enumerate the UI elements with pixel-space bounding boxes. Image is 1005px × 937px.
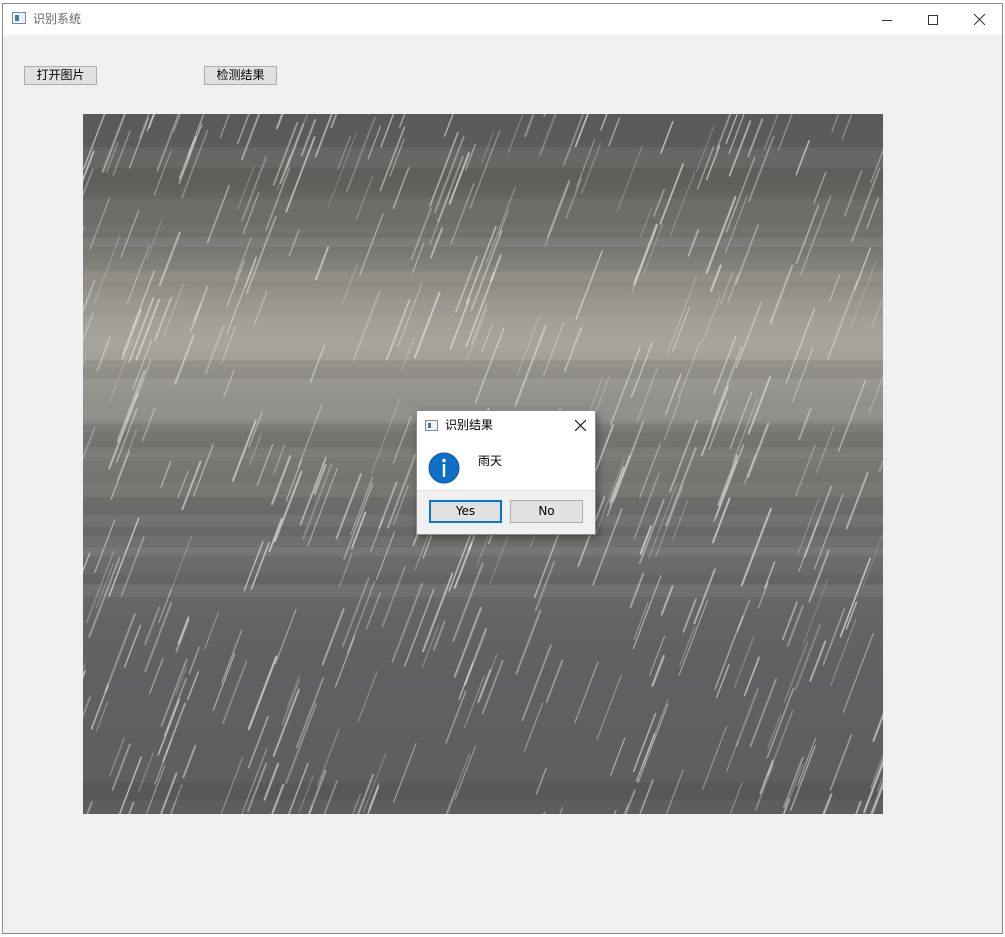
info-icon	[428, 452, 460, 484]
maximize-icon	[928, 14, 938, 25]
dialog-close-button[interactable]	[569, 415, 591, 435]
dialog-message: 雨天	[478, 454, 503, 468]
title-bar[interactable]: 识别系统	[3, 4, 1002, 35]
close-icon	[973, 14, 985, 25]
app-icon	[12, 12, 26, 24]
window-title: 识别系统	[33, 12, 82, 26]
dialog-title: 识别结果	[445, 418, 494, 432]
minimize-button[interactable]	[864, 4, 910, 35]
close-icon	[574, 419, 586, 431]
no-button[interactable]: No	[510, 500, 583, 523]
dialog-button-bar: Yes No	[417, 490, 595, 534]
dialog-app-icon	[425, 420, 438, 431]
main-window: 识别系统 打开图片 检测结果 识别结果 雨天 Yes No	[2, 3, 1003, 934]
open-image-button[interactable]: 打开图片	[24, 66, 97, 85]
minimize-icon	[882, 19, 892, 21]
yes-button[interactable]: Yes	[429, 500, 502, 523]
result-dialog: 识别结果 雨天 Yes No	[416, 410, 596, 535]
maximize-button[interactable]	[910, 4, 956, 35]
detect-result-button[interactable]: 检测结果	[204, 66, 277, 85]
close-button[interactable]	[956, 4, 1002, 35]
